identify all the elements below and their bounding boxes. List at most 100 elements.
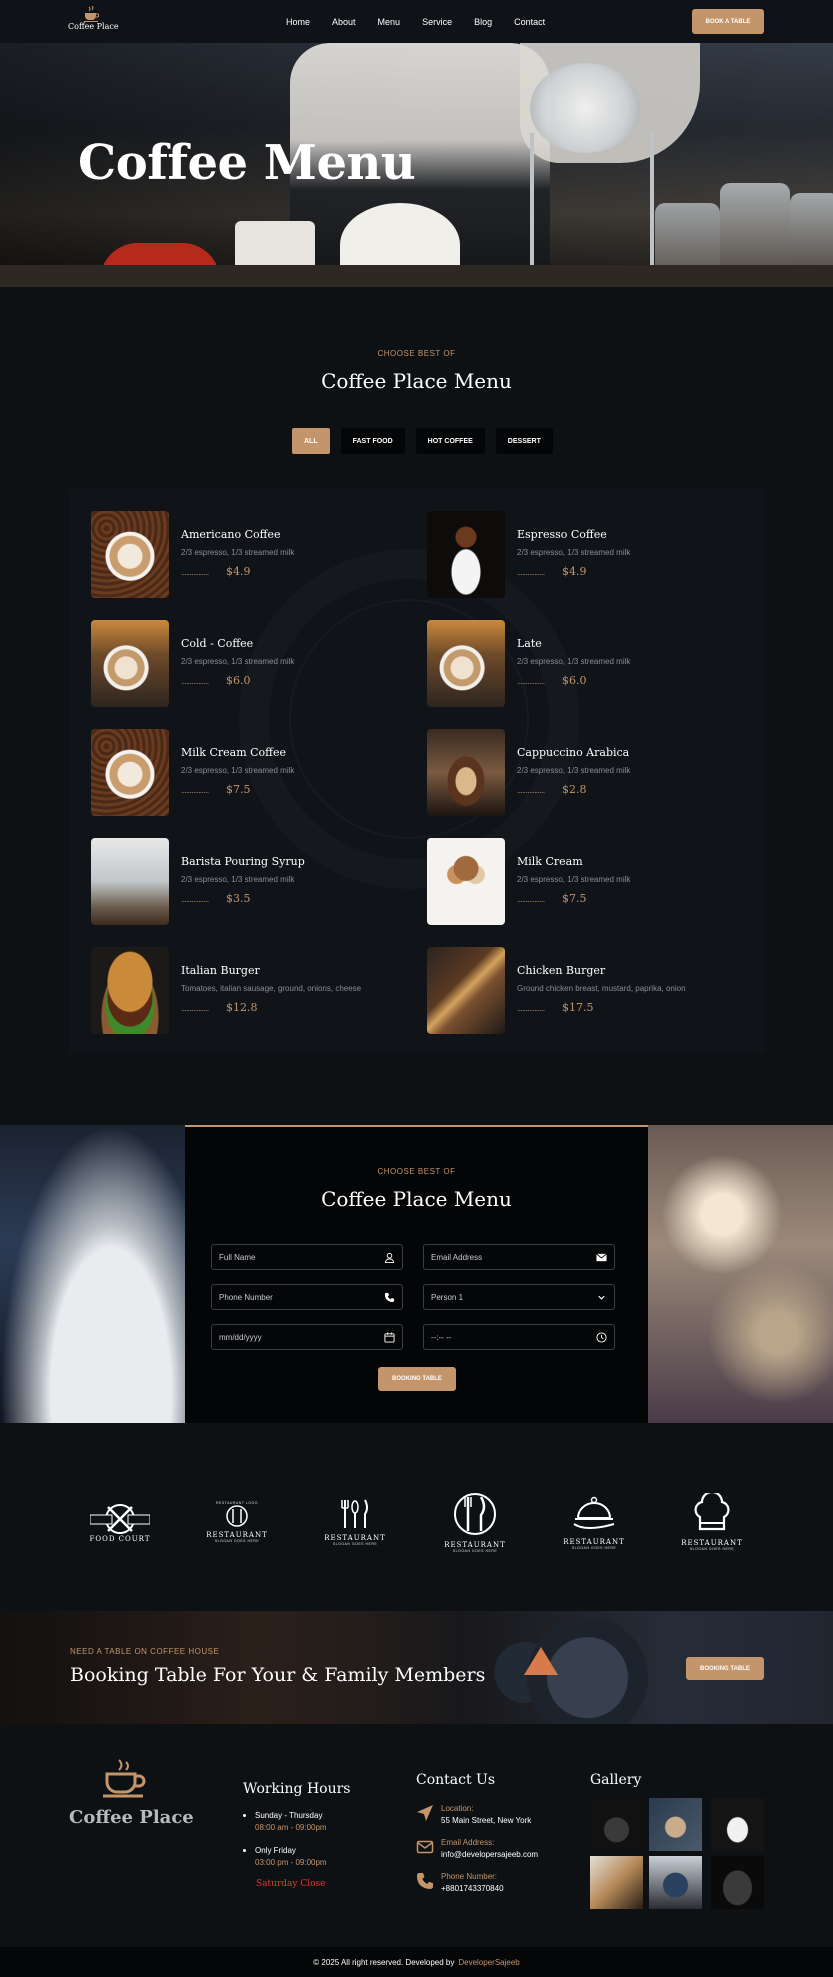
serving-cloche-icon	[573, 1496, 615, 1529]
menu-item-name: Cold - Coffee	[181, 637, 254, 650]
menu-item[interactable]: Italian Burger Tomatoes, italian sausage…	[91, 947, 421, 1035]
nav-link-service[interactable]: Service	[422, 17, 452, 27]
full-name-placeholder: Full Name	[219, 1252, 256, 1262]
hero-banner: Coffee Menu	[0, 43, 833, 287]
menu-item-image	[91, 947, 169, 1034]
saturday-closed-text: Saturday Close	[256, 1879, 326, 1889]
gallery-image[interactable]	[590, 1856, 643, 1909]
menu-item-image	[91, 729, 169, 816]
contact-value: +8801743370840	[441, 1884, 504, 1893]
logo-text: RESTAURANT	[681, 1539, 743, 1547]
menu-item[interactable]: Barista Pouring Syrup 2/3 espresso, 1/3 …	[91, 838, 421, 926]
filter-tab-fast-food[interactable]: FAST FOOD	[340, 428, 405, 454]
full-name-input[interactable]: Full Name	[211, 1244, 403, 1270]
logo-text: FOOD COURT	[89, 1534, 151, 1543]
menu-item-name: Espresso Coffee	[517, 528, 607, 541]
menu-item-description: Tomatoes, italian sausage, ground, onion…	[181, 984, 362, 993]
menu-item-description: 2/3 espresso, 1/3 streamed milk	[517, 548, 631, 557]
menu-item[interactable]: Chicken Burger Ground chicken breast, mu…	[427, 947, 757, 1035]
logo-slogan: SLOGAN GOES HERE	[689, 1547, 735, 1551]
menu-item-price: $12.8	[226, 1001, 258, 1014]
booking-table-button[interactable]: BOOKING TABLE	[378, 1367, 456, 1391]
menu-item-image	[427, 838, 505, 925]
person-select-value: Person 1	[431, 1292, 464, 1302]
logo-text: RESTAURANT	[324, 1534, 386, 1542]
bullet	[243, 1814, 246, 1818]
bullet	[243, 1849, 246, 1853]
site-logo[interactable]: Coffee Place	[68, 6, 119, 31]
user-icon	[384, 1252, 395, 1263]
person-select[interactable]: Person 1	[423, 1284, 615, 1310]
menu-items-panel: Americano Coffee 2/3 espresso, 1/3 strea…	[69, 489, 764, 1053]
menu-item-price: $4.9	[562, 565, 587, 578]
book-table-button[interactable]: BOOK A TABLE	[692, 9, 764, 34]
contact-title: Contact Us	[416, 1772, 496, 1788]
gallery-image[interactable]	[649, 1856, 702, 1909]
menu-item-price: $6.0	[562, 674, 587, 687]
cta-booking-button[interactable]: BOOKING TABLE	[686, 1657, 764, 1680]
footer-logo-text: Coffee Place	[69, 1807, 194, 1828]
partner-logo-restaurant-circle: RESTAURANT LOGO RESTAURANT SLOGAN GOES H…	[192, 1477, 282, 1567]
phone-icon	[417, 1873, 433, 1889]
menu-item-image	[91, 511, 169, 598]
nav-link-menu[interactable]: Menu	[378, 17, 401, 27]
menu-item-dots: ................	[181, 677, 209, 686]
copyright-bar: © 2025 All right reserved. Developed by …	[0, 1947, 833, 1977]
gallery-image[interactable]	[649, 1798, 702, 1851]
copyright-text: © 2025 All right reserved. Developed by	[313, 1957, 455, 1967]
menu-item-image	[427, 511, 505, 598]
menu-item[interactable]: Milk Cream 2/3 espresso, 1/3 streamed mi…	[427, 838, 757, 926]
logo-slogan: SLOGAN GOES HERE	[332, 1542, 378, 1546]
menu-item-description: 2/3 espresso, 1/3 streamed milk	[517, 766, 631, 775]
booking-section: CHOOSE BEST OF Coffee Place Menu Full Na…	[0, 1125, 833, 1423]
booking-right-image	[648, 1125, 833, 1423]
envelope-icon	[416, 1840, 434, 1854]
menu-item[interactable]: Cold - Coffee 2/3 espresso, 1/3 streamed…	[91, 620, 421, 708]
gallery-image[interactable]	[711, 1856, 764, 1909]
cutlery-icon	[341, 1499, 368, 1528]
filter-tab-all[interactable]: ALL	[292, 428, 330, 454]
partner-logo-restaurant-chef-hat: RESTAURANT SLOGAN GOES HERE	[667, 1477, 757, 1567]
logo-text: RESTAURANT	[563, 1538, 625, 1546]
time-input[interactable]: --:-- --	[423, 1324, 615, 1350]
chevron-down-icon	[598, 1295, 605, 1300]
developer-link[interactable]: DeveloperSajeeb	[458, 1958, 519, 1967]
phone-input[interactable]: Phone Number	[211, 1284, 403, 1310]
menu-item[interactable]: Milk Cream Coffee 2/3 espresso, 1/3 stre…	[91, 729, 421, 817]
menu-item[interactable]: Espresso Coffee 2/3 espresso, 1/3 stream…	[427, 511, 757, 599]
menu-item[interactable]: Cappuccino Arabica 2/3 espresso, 1/3 str…	[427, 729, 757, 817]
menu-section-subtitle: CHOOSE BEST OF	[377, 349, 456, 358]
menu-item-price: $7.5	[226, 783, 251, 796]
nav-link-contact[interactable]: Contact	[514, 17, 545, 27]
menu-item[interactable]: Americano Coffee 2/3 espresso, 1/3 strea…	[91, 511, 421, 599]
menu-item-dots: ................	[517, 895, 545, 904]
nav-link-home[interactable]: Home	[286, 17, 310, 27]
clock-icon	[596, 1332, 607, 1343]
filter-tab-hot-coffee[interactable]: HOT COFFEE	[415, 428, 485, 454]
partner-logos: FOOD COURT RESTAURANT LOGO RESTAURANT SL…	[0, 1423, 833, 1611]
menu-item-description: 2/3 espresso, 1/3 streamed milk	[181, 766, 295, 775]
date-input[interactable]: mm/dd/yyyy	[211, 1324, 403, 1350]
gallery-image[interactable]	[590, 1798, 643, 1851]
menu-item-dots: ................	[517, 568, 545, 577]
nav-link-blog[interactable]: Blog	[474, 17, 492, 27]
nav-link-about[interactable]: About	[332, 17, 356, 27]
contact-label: Phone Number:	[441, 1872, 498, 1881]
email-placeholder: Email Address	[431, 1252, 483, 1262]
menu-item-dots: ................	[517, 677, 545, 686]
gallery-image[interactable]	[711, 1798, 764, 1851]
filter-tab-dessert[interactable]: DESSERT	[495, 428, 553, 454]
menu-filter-tabs: ALL FAST FOOD HOT COFFEE DESSERT	[292, 428, 553, 454]
partner-logo-food-court: FOOD COURT	[75, 1477, 165, 1567]
hero-siphon-glass	[530, 63, 640, 153]
menu-item-dots: ................	[181, 786, 209, 795]
menu-item-image	[91, 838, 169, 925]
menu-item-description: 2/3 espresso, 1/3 streamed milk	[517, 657, 631, 666]
calendar-icon	[384, 1332, 395, 1343]
contact-value: info@developersajeeb.com	[441, 1850, 539, 1859]
menu-item[interactable]: Late 2/3 espresso, 1/3 streamed milk ...…	[427, 620, 757, 708]
email-input[interactable]: Email Address	[423, 1244, 615, 1270]
footer-logo[interactable]: Coffee Place	[69, 1758, 194, 1828]
working-hours-title: Working Hours	[243, 1781, 351, 1797]
booking-subtitle: CHOOSE BEST OF	[377, 1167, 456, 1176]
